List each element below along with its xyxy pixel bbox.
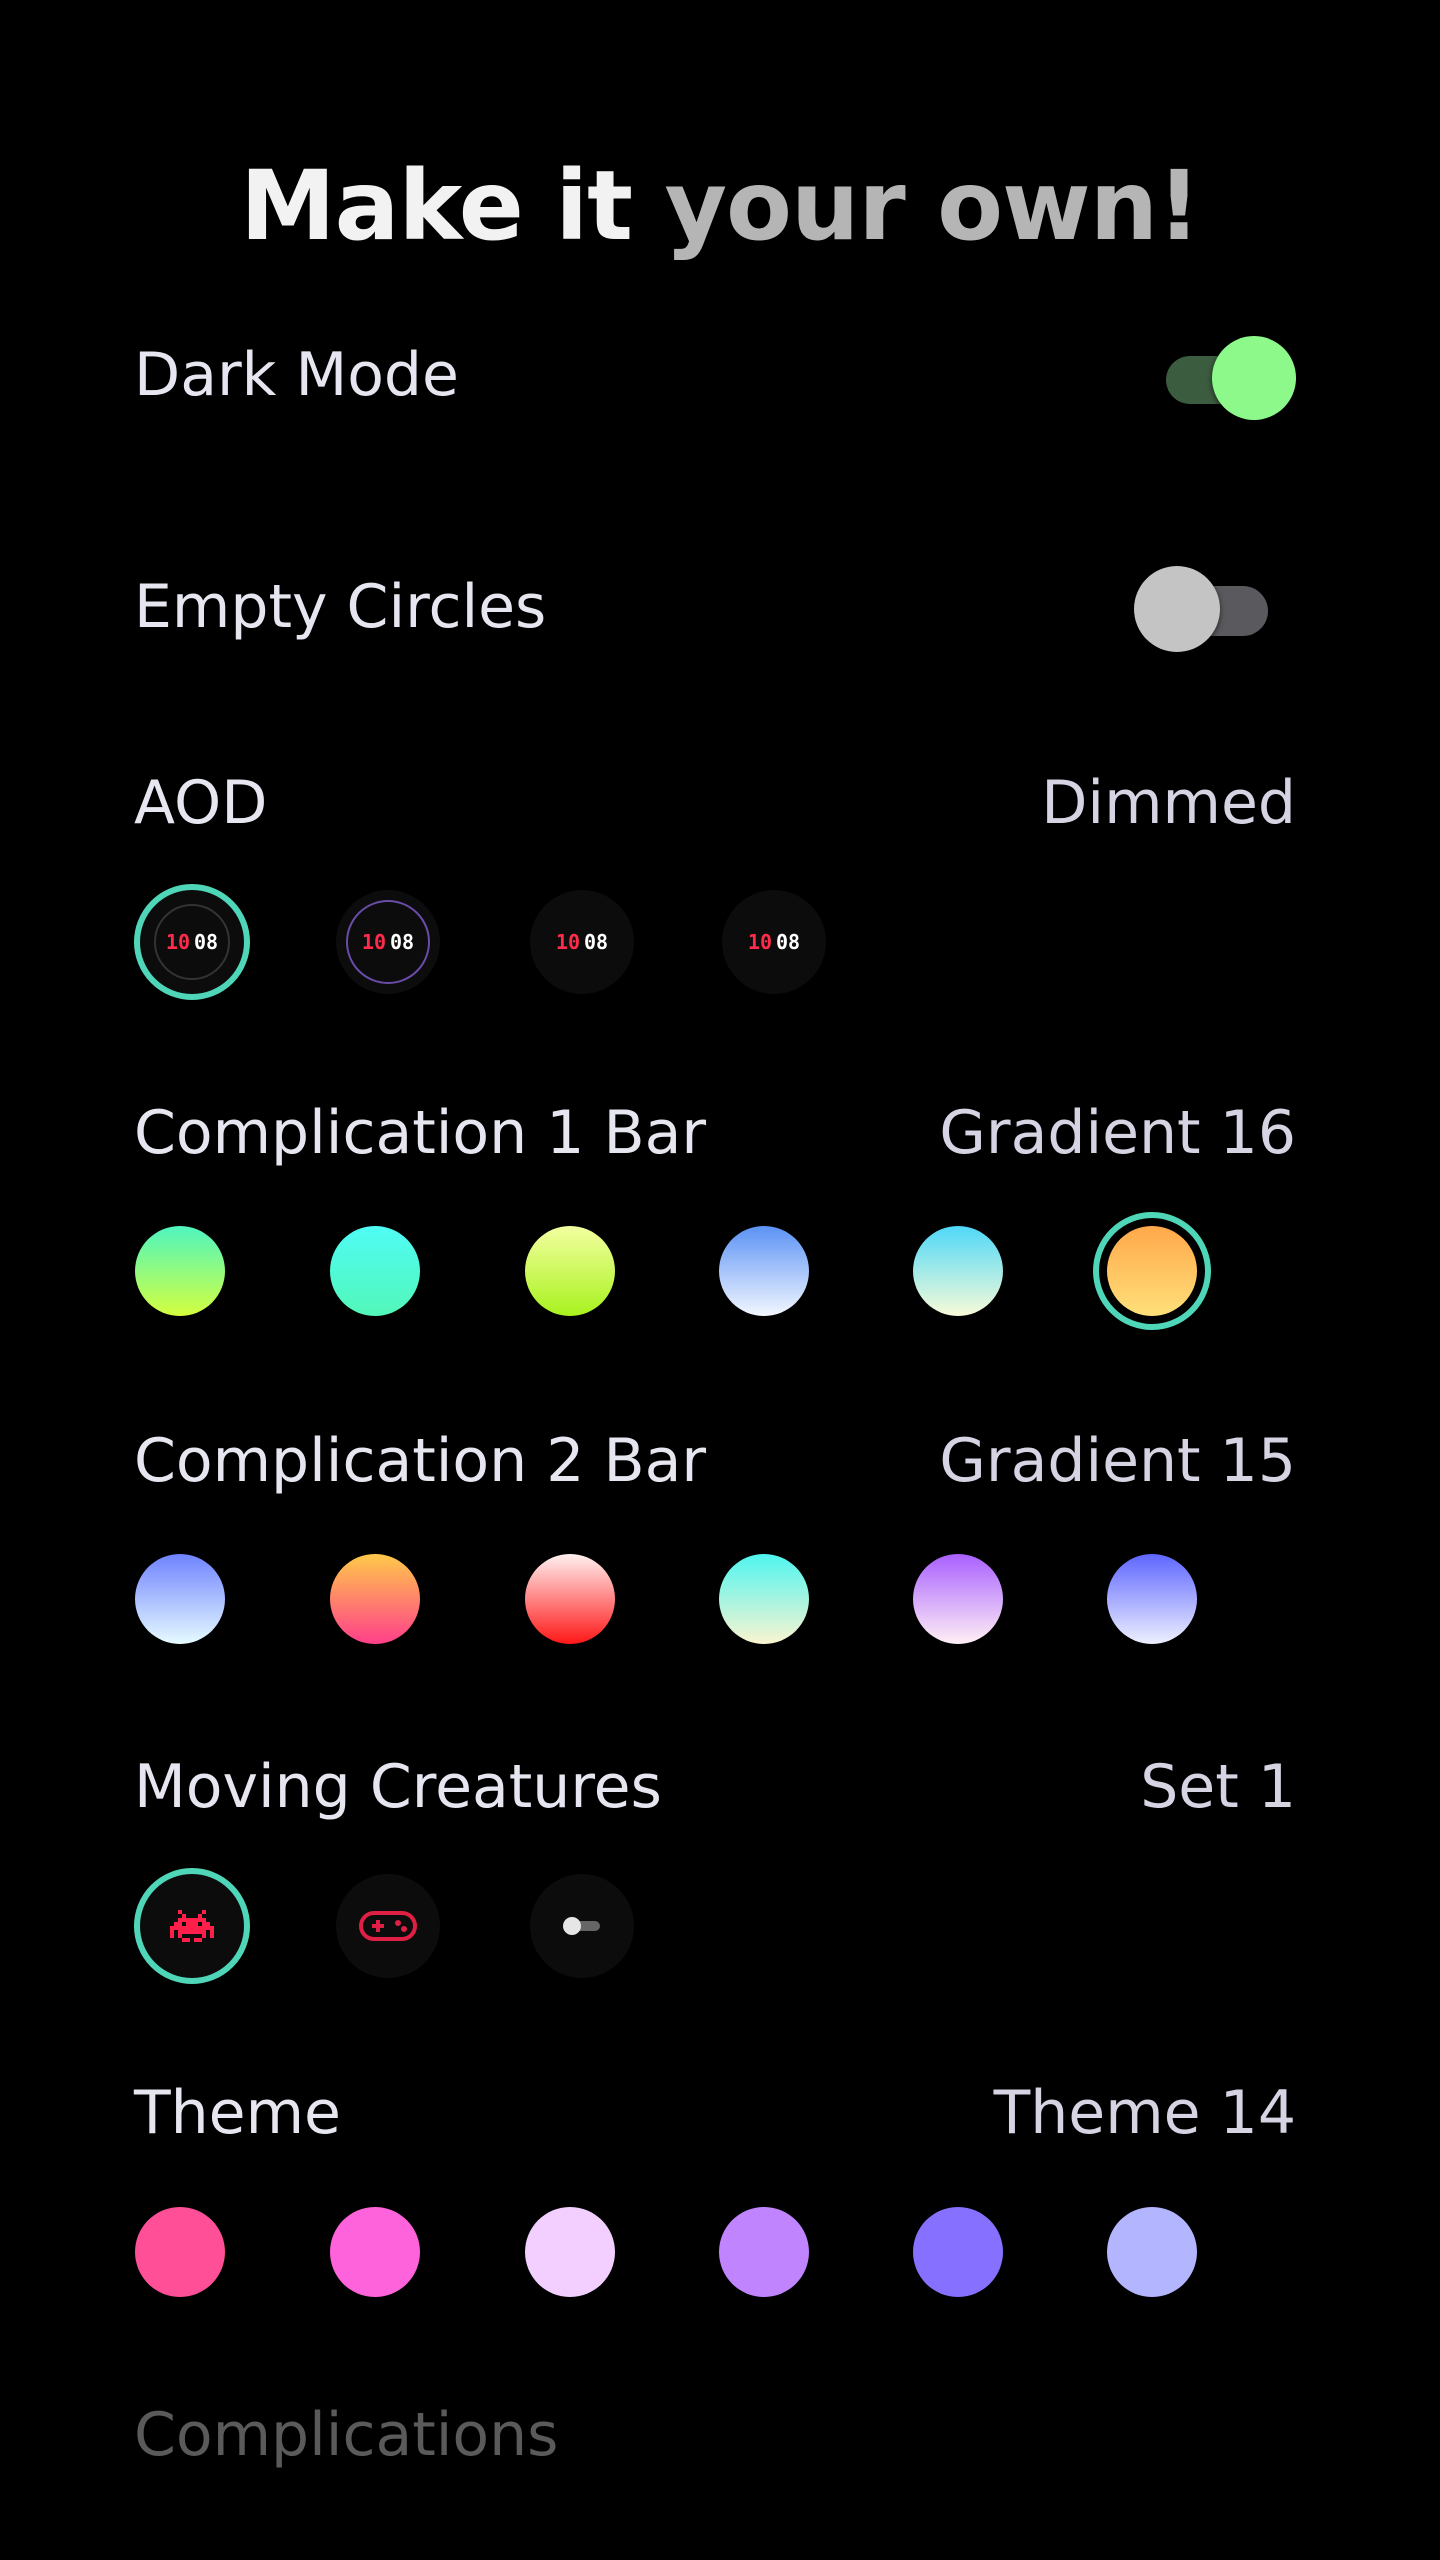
space-invader-icon[interactable] bbox=[134, 1868, 250, 1984]
complication-2-value: Gradient 15 bbox=[939, 1426, 1296, 1496]
complication-1-value: Gradient 16 bbox=[939, 1098, 1296, 1168]
theme-value: Theme 14 bbox=[993, 2078, 1296, 2148]
toggle-thumb bbox=[1212, 336, 1296, 420]
theme-swatch-4[interactable] bbox=[719, 2207, 809, 2297]
complication-1-swatch-2[interactable] bbox=[330, 1226, 420, 1316]
theme-swatch-2[interactable] bbox=[330, 2207, 420, 2297]
page-title: Make it your own! bbox=[0, 150, 1440, 262]
complication-2-swatch-5[interactable] bbox=[913, 1554, 1003, 1644]
complication-1-swatch-5[interactable] bbox=[913, 1226, 1003, 1316]
complication-2-swatch-1[interactable] bbox=[135, 1554, 225, 1644]
gamepad-glyph bbox=[359, 1911, 417, 1941]
aod-full-preview-icon[interactable]: 10 08 bbox=[134, 884, 250, 1000]
complication-1-swatch-3[interactable] bbox=[525, 1226, 615, 1316]
complications-section-heading: Complications bbox=[134, 2400, 559, 2470]
complication-1-swatch-4[interactable] bbox=[719, 1226, 809, 1316]
title-part-2: your own! bbox=[664, 150, 1200, 262]
watch-ring bbox=[346, 900, 430, 984]
aod-ring-preview-icon[interactable]: 10 08 bbox=[336, 890, 440, 994]
complication-1-label: Complication 1 Bar bbox=[134, 1098, 707, 1168]
complication-1-swatch-6[interactable] bbox=[1093, 1212, 1211, 1330]
toggle-glyph bbox=[563, 1917, 600, 1935]
theme-swatch-1[interactable] bbox=[135, 2207, 225, 2297]
empty-circles-label: Empty Circles bbox=[134, 572, 547, 642]
theme-swatch-3[interactable] bbox=[525, 2207, 615, 2297]
theme-label: Theme bbox=[134, 2078, 341, 2148]
moving-creatures-value: Set 1 bbox=[1140, 1752, 1296, 1822]
title-part-1: Make it bbox=[240, 150, 633, 262]
complication-2-swatch-4[interactable] bbox=[719, 1554, 809, 1644]
moving-creatures-label: Moving Creatures bbox=[134, 1752, 662, 1822]
gamepad-icon[interactable] bbox=[336, 1874, 440, 1978]
aod-minimal-preview-icon[interactable]: 10 08 bbox=[530, 890, 634, 994]
complication-2-swatch-6[interactable] bbox=[1107, 1554, 1197, 1644]
complication-2-swatch-2[interactable] bbox=[330, 1554, 420, 1644]
aod-label: AOD bbox=[134, 768, 268, 838]
complication-2-label: Complication 2 Bar bbox=[134, 1426, 707, 1496]
aod-value: Dimmed bbox=[1041, 768, 1296, 838]
settings-screen: Make it your own! Dark Mode Empty Circle… bbox=[0, 0, 1440, 2560]
aod-digits: 10 08 bbox=[555, 930, 609, 954]
complication-2-swatch-3[interactable] bbox=[525, 1554, 615, 1644]
watch-ring bbox=[154, 904, 230, 980]
toggle-off-icon[interactable] bbox=[530, 1874, 634, 1978]
space-invader-glyph bbox=[170, 1910, 214, 1942]
complication-1-swatch-1[interactable] bbox=[135, 1226, 225, 1316]
aod-digits: 10 08 bbox=[747, 930, 801, 954]
aod-digits-only-icon[interactable]: 10 08 bbox=[722, 890, 826, 994]
empty-circles-toggle[interactable] bbox=[1134, 566, 1268, 652]
theme-swatch-6[interactable] bbox=[1107, 2207, 1197, 2297]
toggle-thumb bbox=[1134, 566, 1220, 652]
dark-mode-label: Dark Mode bbox=[134, 340, 459, 410]
dark-mode-toggle[interactable] bbox=[1166, 334, 1300, 420]
theme-swatch-5[interactable] bbox=[913, 2207, 1003, 2297]
